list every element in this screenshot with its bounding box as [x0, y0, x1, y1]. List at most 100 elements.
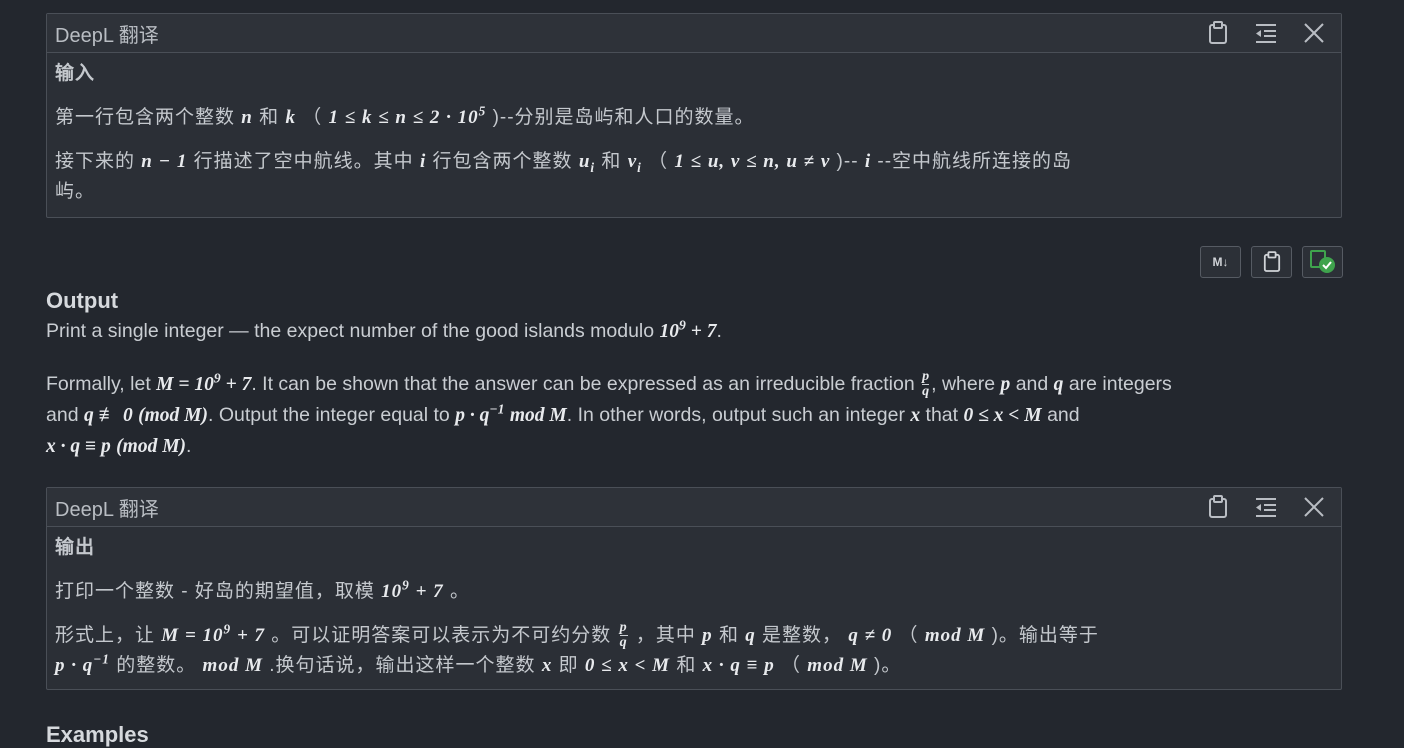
output-section: Output Print a single integer — the expe…	[46, 288, 1346, 462]
deepl-body: 输出 打印一个整数 - 好岛的期望值，取模 109 + 7 。 形式上，让 M …	[47, 527, 1341, 689]
math-text: M = 10	[161, 625, 224, 646]
deepl-title: DeepL 翻译	[55, 498, 159, 521]
text: （	[648, 151, 669, 172]
text: 接下来的	[55, 151, 136, 172]
math-exp: 9	[223, 621, 232, 637]
deepl-title: DeepL 翻译	[55, 24, 159, 47]
text: 行描述了空中航线。其中	[193, 151, 414, 172]
math-text: v	[627, 151, 638, 172]
text: 。	[449, 581, 470, 602]
math-n: n	[241, 107, 253, 128]
math-u-i: ui	[578, 151, 596, 175]
math-x: x	[910, 405, 921, 426]
outdent-icon[interactable]	[1253, 494, 1279, 520]
translate-button[interactable]	[1302, 246, 1343, 278]
fraction-den: q	[619, 635, 628, 651]
close-icon[interactable]	[1301, 20, 1327, 46]
text: . Output the integer equal to	[208, 404, 450, 426]
text: --空中航线所连接的岛	[877, 151, 1073, 172]
output-paragraph-1: Print a single integer — the expect numb…	[46, 316, 1346, 347]
math-text: M = 10	[156, 374, 214, 395]
text: and	[1015, 373, 1049, 395]
text: , where	[931, 373, 996, 395]
text: and	[1047, 404, 1080, 426]
math-sub: i	[590, 159, 596, 175]
deepl-header: DeepL 翻译	[47, 488, 1341, 527]
text: are integers	[1068, 373, 1172, 395]
text: 屿。	[55, 181, 96, 202]
text: )。	[874, 655, 902, 676]
text: 的整数。	[116, 655, 197, 676]
math-text: + 7	[225, 374, 252, 395]
text: 和	[601, 151, 622, 172]
deepl-tools	[1205, 20, 1327, 46]
math-q-ne-0: q ≠ 0	[848, 625, 893, 646]
deepl-output-panel: DeepL 翻译 输出 打印一个整数 - 好岛的期望值，取模 109 + 7 。…	[46, 487, 1342, 690]
section-heading: 输出	[55, 537, 96, 558]
math-text: u	[578, 151, 591, 172]
text: 和	[676, 655, 697, 676]
math-m-def: M = 109 + 7	[161, 621, 266, 646]
math-text: p · q	[55, 655, 94, 676]
markdown-button[interactable]: M↓	[1200, 246, 1241, 278]
math-fraction: pq	[922, 369, 930, 399]
math-fraction: pq	[619, 621, 628, 651]
text: that	[925, 404, 959, 426]
math-m-def: M = 109 + 7	[156, 370, 252, 395]
text: （	[781, 655, 802, 676]
text: and	[46, 404, 79, 426]
math-exp: 9	[402, 577, 410, 593]
math-text: 10	[659, 321, 680, 342]
math-i: i	[419, 151, 427, 172]
math-mod: mod M	[807, 655, 868, 676]
deepl-header: DeepL 翻译	[47, 14, 1341, 53]
text: )--分别是岛屿和人口的数量。	[492, 107, 755, 128]
clipboard-icon[interactable]	[1205, 20, 1231, 46]
deepl-input-panel: DeepL 翻译 输入 第一行包含两个整数 n 和 k （ 1 ≤ k ≤ n …	[46, 13, 1342, 218]
text: 即	[558, 655, 579, 676]
text: Formally, let	[46, 373, 151, 395]
deepl-body: 输入 第一行包含两个整数 n 和 k （ 1 ≤ k ≤ n ≤ 2 · 105…	[47, 53, 1341, 217]
text: . It can be shown that the answer can be…	[251, 373, 915, 395]
statement-toolbar: M↓	[1200, 246, 1343, 278]
text: （	[302, 107, 323, 128]
math-text: 10	[381, 581, 403, 602]
math-text: + 7	[236, 625, 266, 646]
text: .换句话说，输出这样一个整数	[269, 655, 536, 676]
math-exp: −1	[489, 401, 505, 417]
clipboard-icon	[1263, 251, 1280, 272]
clipboard-icon[interactable]	[1205, 494, 1231, 520]
text: 打印一个整数 - 好岛的期望值，取模	[55, 581, 375, 602]
math-inequality: 0 ≤ x < M	[963, 405, 1042, 426]
outdent-icon[interactable]	[1253, 20, 1279, 46]
math-q: q	[745, 625, 756, 646]
section-heading: 输入	[55, 63, 96, 84]
math-x: x	[541, 655, 553, 676]
output-paragraph-2: Formally, let M = 109 + 7. It can be sho…	[46, 369, 1346, 462]
math-p: p	[702, 625, 713, 646]
math-mod: (mod M)	[138, 405, 209, 426]
math-p: p	[1000, 374, 1011, 395]
math-range: 1 ≤ u, v ≤ n, u ≠ v	[674, 151, 831, 172]
math-text: + 7	[415, 581, 444, 602]
text: 和	[718, 625, 739, 646]
text: 形式上，让	[55, 625, 156, 646]
math-v-i: vi	[627, 151, 642, 174]
text: .	[716, 320, 722, 342]
math-range: 1 ≤ k ≤ n ≤ 2 · 105	[329, 105, 487, 128]
text: . In other words, output such an integer	[566, 404, 905, 426]
math-text: p · q	[455, 405, 490, 426]
copy-button[interactable]	[1251, 246, 1292, 278]
math-mod: (mod M)	[116, 436, 187, 457]
fraction-num: p	[922, 369, 930, 386]
text: 是整数，	[762, 625, 843, 646]
close-icon[interactable]	[1301, 494, 1327, 520]
input-line-1: 第一行包含两个整数 n 和 k （ 1 ≤ k ≤ n ≤ 2 · 105 )-…	[55, 103, 1333, 133]
math-congruence: x · q ≡ p	[46, 436, 111, 457]
math-exp: 9	[213, 370, 221, 386]
math-q: q	[1053, 374, 1064, 395]
math-n-minus-1: n − 1	[141, 151, 188, 172]
math-exp: 9	[679, 317, 686, 333]
output-line-2: 形式上，让 M = 109 + 7 。可以证明答案可以表示为不可约分数 pq ，…	[55, 621, 1333, 681]
math-inverse: p · q−1	[455, 401, 505, 426]
